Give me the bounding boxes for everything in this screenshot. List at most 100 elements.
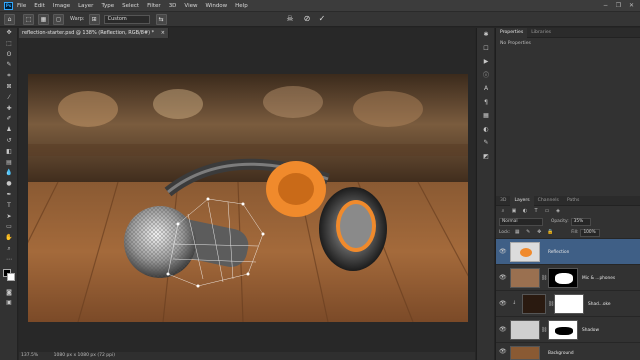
lock-paint-icon[interactable]: ✎ [524,229,532,236]
menu-image[interactable]: Image [53,3,70,9]
close-tab-icon[interactable]: × [161,28,165,38]
menu-3d[interactable]: 3D [169,3,177,9]
brushes-icon[interactable]: ✎ [477,136,495,150]
opacity-input[interactable]: 35% [570,217,591,226]
blur-tool-icon[interactable]: 💧 [0,168,18,179]
split-warp-icon[interactable]: ⊞ [88,13,100,25]
zoom-tool-icon[interactable]: ⌕ [0,244,18,255]
filter-pixel-icon[interactable]: ▣ [510,208,518,215]
layer-row[interactable]: 👁 Background [496,342,640,360]
layer-name[interactable]: Reflection [548,250,569,255]
visibility-eye-icon[interactable]: 👁 [499,248,507,256]
warp-orientation-icon[interactable]: ⇆ [155,13,167,25]
layer-name[interactable]: Background [548,351,574,356]
filter-type-icon[interactable]: T [532,208,540,215]
move-tool-icon[interactable]: ✥ [0,28,18,39]
close-window-button[interactable]: ✕ [627,1,636,10]
layer-row[interactable]: 👁 Reflection [496,238,640,264]
healing-tool-icon[interactable]: ✚ [0,104,18,115]
menu-layer[interactable]: Layer [78,3,93,9]
menu-select[interactable]: Select [122,3,139,9]
menu-file[interactable]: File [17,3,26,9]
quick-select-tool-icon[interactable]: ✎ [0,60,18,71]
color-swatches[interactable] [0,266,17,288]
type-tool-icon[interactable]: T [0,201,18,212]
marquee-tool-icon[interactable]: ⬚ [0,39,18,50]
document-tab[interactable]: reflection-starter.psd @ 138% (Reflectio… [19,28,169,38]
zoom-level[interactable]: 137.5% [21,353,38,358]
document-size[interactable]: 1080 px x 1080 px (72 ppi) [54,353,115,358]
path-select-tool-icon[interactable]: ➤ [0,212,18,223]
dodge-tool-icon[interactable]: ● [0,179,18,190]
tab-layers[interactable]: Layers [510,195,534,206]
layer-name[interactable]: Shad...oke [588,302,611,307]
actions-icon[interactable]: ▶ [477,55,495,69]
pen-tool-icon[interactable]: ✒ [0,190,18,201]
tab-libraries[interactable]: Libraries [527,28,555,38]
layer-thumbnail [510,242,540,262]
reference-point-icon[interactable]: ▦ [38,13,49,25]
menu-help[interactable]: Help [235,3,248,9]
rectangle-tool-icon[interactable]: ▭ [0,222,18,233]
filter-adjust-icon[interactable]: ◐ [521,208,529,215]
gradient-tool-icon[interactable]: ▤ [0,158,18,169]
layer-name[interactable]: Shadow [582,328,599,333]
layer-row[interactable]: 👁 ⛓ Mic & ...phones [496,264,640,290]
screen-mode-icon[interactable]: ▣ [0,298,18,309]
filter-kind-icon[interactable]: ⌕ [499,208,507,215]
visibility-eye-icon[interactable]: 👁 [499,348,507,356]
adjustments-icon[interactable]: ✱ [477,28,495,42]
info-icon[interactable]: ⓘ [477,69,495,83]
visibility-eye-icon[interactable]: 👁 [499,326,507,334]
lock-all-icon[interactable]: 🔒 [546,229,554,236]
puppet-icon[interactable]: ☠ [284,13,296,25]
lock-position-icon[interactable]: ✥ [535,229,543,236]
blend-mode-select[interactable]: Normal [499,217,543,226]
history-icon[interactable]: ☐ [477,42,495,56]
image-canvas[interactable] [28,74,468,322]
eyedropper-tool-icon[interactable]: ⁄ [0,93,18,104]
character-icon[interactable]: A [477,82,495,96]
history-brush-tool-icon[interactable]: ↺ [0,136,18,147]
visibility-eye-icon[interactable]: 👁 [499,274,507,282]
restore-button[interactable]: ❐ [614,1,623,10]
lasso-tool-icon[interactable]: ʘ [0,50,18,61]
quick-mask-icon[interactable]: ◙ [0,288,18,299]
background-color-swatch[interactable] [7,272,15,281]
fill-input[interactable]: 100% [580,228,601,237]
tab-3d[interactable]: 3D [496,196,510,206]
home-icon[interactable]: ⌂ [4,13,15,25]
warp-preset-select[interactable]: Custom [103,14,150,24]
menu-view[interactable]: View [184,3,197,9]
minimize-button[interactable]: − [601,1,610,10]
tab-paths[interactable]: Paths [563,196,584,206]
lock-pixels-icon[interactable]: ▦ [513,229,521,236]
filter-smart-icon[interactable]: ◈ [554,208,562,215]
brush-tool-icon[interactable]: ✐ [0,114,18,125]
menu-edit[interactable]: Edit [34,3,45,9]
tab-channels[interactable]: Channels [534,196,563,206]
frame-tool-icon[interactable]: ⊠ [0,82,18,93]
paragraph-icon[interactable]: ¶ [477,96,495,110]
visibility-eye-icon[interactable]: 👁 [499,300,507,308]
crop-tool-icon[interactable]: ⌗ [0,71,18,82]
filter-shape-icon[interactable]: ▭ [543,208,551,215]
menu-type[interactable]: Type [101,3,114,9]
menu-filter[interactable]: Filter [147,3,161,9]
styles-icon[interactable]: ◩ [477,150,495,164]
eraser-tool-icon[interactable]: ◧ [0,147,18,158]
layer-row[interactable]: 👁 ↓ ⛓ Shad...oke [496,290,640,316]
transform-tool-icon[interactable]: ⬚ [23,13,34,25]
commit-transform-button[interactable]: ✓ [316,13,328,25]
color-icon[interactable]: ◐ [477,123,495,137]
cancel-transform-button[interactable]: ⊘ [301,13,313,25]
clone-stamp-tool-icon[interactable]: ♟ [0,125,18,136]
more-tools-icon[interactable]: ⋯ [0,255,18,266]
menu-window[interactable]: Window [205,3,227,9]
hand-tool-icon[interactable]: ✋ [0,233,18,244]
layer-name[interactable]: Mic & ...phones [582,276,615,281]
toggle-transform-icon[interactable]: ◻ [53,13,64,25]
layer-row[interactable]: 👁 ⛓ Shadow [496,316,640,342]
tab-properties[interactable]: Properties [496,27,528,38]
swatches-icon[interactable]: ▦ [477,109,495,123]
